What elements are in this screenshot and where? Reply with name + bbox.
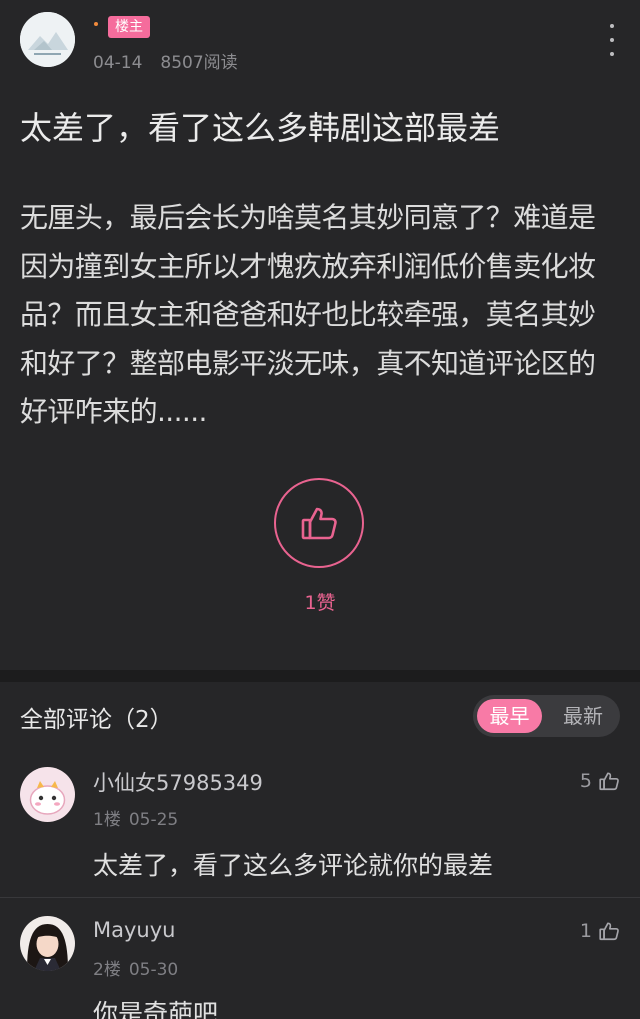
sort-toggle: 最早 最新 xyxy=(473,695,620,737)
post-page: 楼主 04-14 8507阅读 太差了，看了这么多韩剧这部最差 无厘头，最后会长为… xyxy=(0,0,640,1019)
comment-meta: 2楼 05-30 xyxy=(93,955,178,980)
comment-divider xyxy=(0,897,640,898)
comment-floor: 2楼 xyxy=(93,960,121,980)
commenter-username[interactable]: Mayuyu xyxy=(93,918,175,942)
post-meta: 04-14 8507阅读 xyxy=(93,48,238,73)
like-count: 1赞 xyxy=(304,592,336,614)
comment-text: 太差了，看了这么多评论就你的最差 xyxy=(93,851,494,880)
post-body: 无厘头，最后会长为啥莫名其妙同意了？难道是因为撞到女主所以才愧疚放弃利润低价售卖… xyxy=(20,201,596,428)
thumbs-up-icon xyxy=(599,772,619,791)
owner-badge: 楼主 xyxy=(108,16,150,38)
post-date: 04-14 xyxy=(93,53,143,73)
comment-floor: 1楼 xyxy=(93,810,121,830)
comment-like-count: 5 xyxy=(579,770,592,792)
sort-earliest-button[interactable]: 最早 xyxy=(477,699,542,733)
author-avatar[interactable] xyxy=(20,12,75,67)
comment-like-count: 1 xyxy=(579,920,592,942)
commenter-username[interactable]: 小仙女57985349 xyxy=(93,767,263,797)
post-title: 太差了，看了这么多韩剧这部最差 xyxy=(20,109,501,147)
more-vertical-icon xyxy=(610,24,614,28)
comment-date: 05-30 xyxy=(128,960,179,980)
comment-text: 你是奇葩吧 xyxy=(93,999,219,1019)
commenter-avatar[interactable] xyxy=(20,916,75,971)
comment-date: 05-25 xyxy=(128,810,179,830)
commenter-avatar[interactable] xyxy=(20,767,75,822)
more-options-button[interactable] xyxy=(600,24,624,56)
sort-latest-button[interactable]: 最新 xyxy=(553,699,613,733)
comments-header: 全部评论（2） xyxy=(20,707,173,733)
author-status-dot xyxy=(94,22,98,26)
like-button[interactable] xyxy=(274,478,364,568)
thumbs-up-icon xyxy=(599,922,619,941)
comment-like-button[interactable]: 5 xyxy=(580,770,620,792)
comment-meta: 1楼 05-25 xyxy=(93,805,178,830)
section-divider xyxy=(0,670,640,682)
thumbs-up-icon xyxy=(301,507,337,540)
comment-like-button[interactable]: 1 xyxy=(580,920,620,942)
post-views: 8507阅读 xyxy=(160,53,238,73)
